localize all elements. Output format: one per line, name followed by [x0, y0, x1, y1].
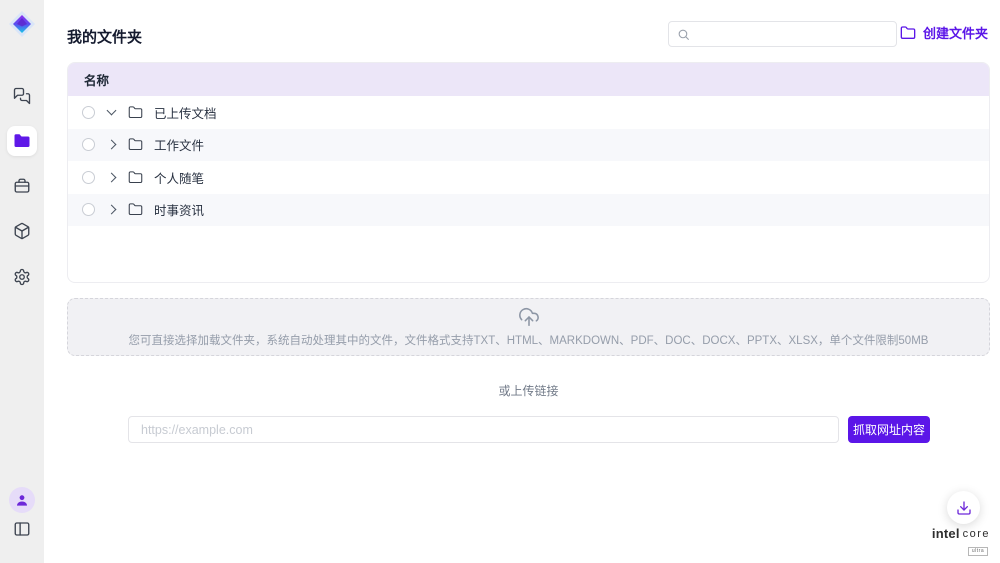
row-checkbox[interactable] [82, 203, 95, 216]
row-checkbox[interactable] [82, 171, 95, 184]
row-checkbox[interactable] [82, 138, 95, 151]
chevron-icon[interactable] [107, 172, 117, 182]
sidebar-item-settings[interactable] [7, 262, 37, 292]
chevron-icon[interactable] [107, 106, 117, 116]
sidebar-item-chat[interactable] [7, 81, 37, 111]
user-avatar[interactable] [9, 487, 35, 513]
intel-ultra-badge: ultra [968, 547, 988, 556]
user-icon [14, 492, 30, 508]
cube-icon [13, 222, 31, 240]
or-upload-link-label: 或上传链接 [67, 382, 990, 399]
sidebar-item-workspace[interactable] [7, 171, 37, 201]
table-row[interactable]: 工作文件 [68, 129, 989, 162]
folder-table: 名称 已上传文档 工作文件 个人随笔 时事资讯 [67, 62, 990, 283]
folder-name: 已上传文档 [154, 103, 217, 122]
app-logo-icon[interactable] [8, 10, 36, 38]
folder-name: 工作文件 [154, 135, 204, 154]
url-upload-row: 抓取网址内容 [128, 416, 930, 443]
search-box[interactable] [668, 21, 897, 47]
core-word: core [963, 529, 990, 540]
table-row[interactable]: 已上传文档 [68, 96, 989, 129]
chevron-icon[interactable] [107, 205, 117, 215]
intel-word: intel [932, 527, 960, 540]
cloud-upload-icon [518, 306, 540, 328]
search-icon [677, 28, 690, 41]
intel-core-logo: intel core ultra [930, 527, 992, 556]
folder-name: 个人随笔 [154, 168, 204, 187]
gear-icon [13, 268, 31, 286]
download-fab-button[interactable] [947, 491, 980, 524]
collapse-sidebar-button[interactable] [7, 514, 37, 544]
chevron-icon[interactable] [107, 140, 117, 150]
row-checkbox[interactable] [82, 106, 95, 119]
sidebar [0, 0, 44, 563]
folder-plus-icon [900, 25, 916, 41]
folder-icon [128, 170, 143, 185]
panel-left-icon [13, 520, 31, 538]
folder-icon [128, 105, 143, 120]
fetch-url-button[interactable]: 抓取网址内容 [848, 416, 930, 443]
briefcase-icon [13, 177, 31, 195]
create-folder-label: 创建文件夹 [923, 23, 988, 42]
table-row[interactable]: 时事资讯 [68, 194, 989, 227]
download-icon [956, 500, 972, 516]
folder-table-body: 已上传文档 工作文件 个人随笔 时事资讯 [68, 96, 989, 226]
folder-icon [128, 202, 143, 217]
upload-dropzone[interactable]: 您可直接选择加载文件夹，系统自动处理其中的文件，文件格式支持TXT、HTML、M… [67, 298, 990, 356]
sidebar-item-folders[interactable] [7, 126, 37, 156]
page-title: 我的文件夹 [67, 26, 142, 47]
search-input[interactable] [696, 27, 888, 41]
url-input[interactable] [128, 416, 839, 443]
create-folder-button[interactable]: 创建文件夹 [900, 23, 988, 42]
table-header-name: 名称 [68, 63, 989, 96]
table-row[interactable]: 个人随笔 [68, 161, 989, 194]
folder-icon [128, 137, 143, 152]
sidebar-item-models[interactable] [7, 216, 37, 246]
chat-icon [13, 87, 31, 105]
folder-icon [13, 132, 31, 150]
folder-name: 时事资讯 [154, 200, 204, 219]
upload-hint: 您可直接选择加载文件夹，系统自动处理其中的文件，文件格式支持TXT、HTML、M… [129, 332, 929, 348]
